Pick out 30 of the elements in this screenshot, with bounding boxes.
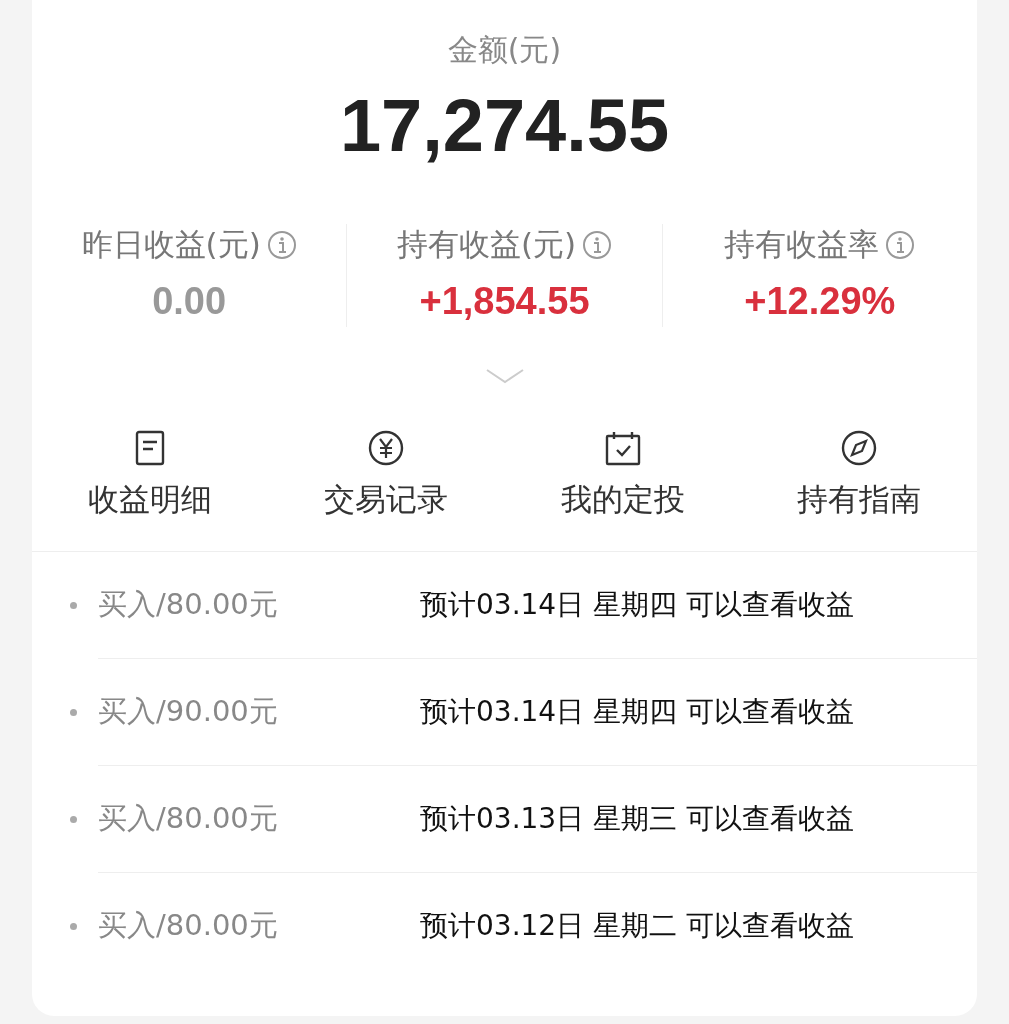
balance-label: 金额(元): [447, 31, 562, 69]
bullet-dot: [70, 601, 77, 609]
action-label[interactable]: 持有指南: [796, 479, 921, 521]
bullet-dot: [70, 815, 77, 823]
balance-amount: 17,274.55: [339, 83, 670, 168]
record-amount: 买入/90.00元: [98, 693, 279, 730]
info-icon[interactable]: [266, 230, 297, 260]
action-label[interactable]: 交易记录: [324, 479, 449, 521]
bullet-dot: [70, 708, 77, 716]
info-icon[interactable]: [582, 230, 613, 260]
stat-label: 昨日收益(元): [81, 225, 261, 264]
record-note: 预计03.13日 星期三 可以查看收益: [420, 801, 854, 837]
stat-value: +12.29%: [744, 280, 896, 323]
yen-icon[interactable]: [367, 429, 406, 467]
record-note: 预计03.14日 星期四 可以查看收益: [420, 694, 854, 730]
record-note: 预计03.12日 星期二 可以查看收益: [420, 908, 854, 944]
action-label[interactable]: 收益明细: [88, 479, 213, 521]
stat-value: +1,854.55: [419, 280, 590, 323]
stat-label: 持有收益(元): [396, 225, 577, 264]
record-amount: 买入/80.00元: [98, 907, 279, 944]
calendar-icon[interactable]: [603, 429, 642, 467]
record-amount: 买入/80.00元: [98, 586, 279, 623]
record-note: 预计03.14日 星期四 可以查看收益: [420, 587, 854, 623]
compass-icon[interactable]: [839, 429, 878, 467]
bullet-dot: [70, 922, 77, 930]
action-label[interactable]: 我的定投: [560, 479, 685, 521]
info-icon[interactable]: [885, 230, 916, 260]
stat-label: 持有收益率: [724, 225, 880, 264]
record-amount: 买入/80.00元: [98, 800, 279, 837]
stat-value: 0.00: [152, 280, 227, 323]
